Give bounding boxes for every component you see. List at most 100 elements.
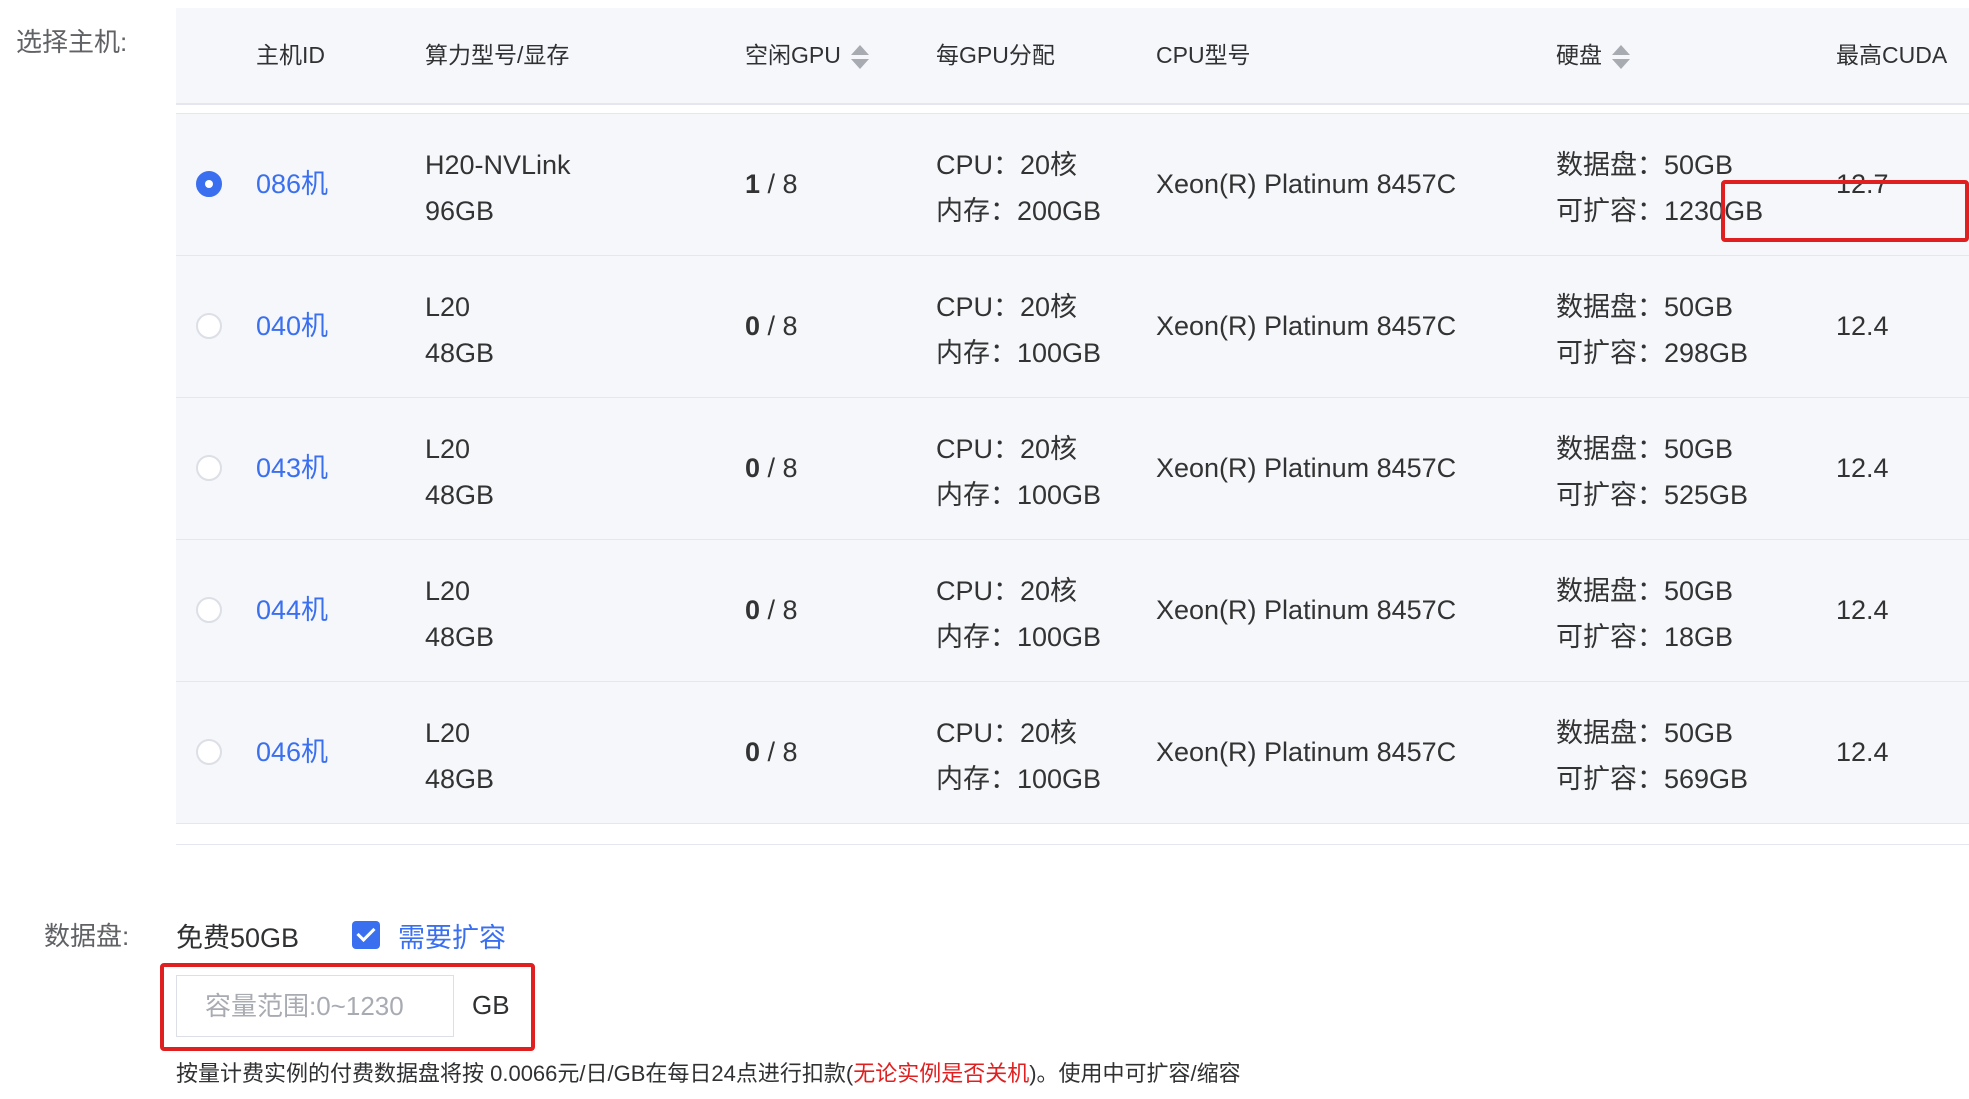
vram: 48GB	[425, 480, 495, 510]
free-gpu-count: 0	[745, 595, 761, 625]
data-disk-size: 数据盘：50GB	[1556, 292, 1734, 322]
per-gpu-allocation-cell: CPU：20核 内存：100GB	[936, 710, 1101, 802]
column-header-cpu-model: CPU型号	[1156, 8, 1251, 103]
free-gpu-cell: 0 / 8	[745, 256, 798, 397]
expandable-size: 可扩容：18GB	[1556, 622, 1734, 652]
cpu-model: Xeon(R) Platinum 8457C	[1156, 595, 1457, 625]
max-cuda: 12.7	[1836, 169, 1889, 199]
column-header-host-id: 主机ID	[256, 8, 325, 103]
memory: 内存：100GB	[936, 764, 1102, 794]
host-radio[interactable]	[196, 597, 222, 623]
data-disk-size: 数据盘：50GB	[1556, 150, 1734, 180]
table-row[interactable]: 043机 L20 48GB 0 / 8 CPU：20核 内存：100GB Xeo…	[176, 398, 1969, 540]
disk-cell: 数据盘：50GB 可扩容：18GB	[1556, 568, 1733, 660]
free-disk-text: 免费50GB	[176, 923, 300, 953]
gpu-model-cell: H20-NVLink 96GB	[425, 142, 571, 234]
vram: 96GB	[425, 196, 495, 226]
column-header-free-gpu[interactable]: 空闲GPU	[745, 8, 869, 103]
gpu-model: H20-NVLink	[425, 150, 571, 180]
total-gpu-count: / 8	[767, 169, 798, 199]
column-header-label: CPU型号	[1156, 42, 1251, 68]
disk-cell: 数据盘：50GB 可扩容：1230GB	[1556, 142, 1763, 234]
vram: 48GB	[425, 622, 495, 652]
column-header-max-cuda: 最高CUDA	[1836, 8, 1947, 103]
host-radio-selected[interactable]	[196, 171, 222, 197]
host-id-link[interactable]: 086机	[256, 114, 328, 255]
gpu-model: L20	[425, 434, 471, 464]
free-gpu-count: 0	[745, 737, 761, 767]
column-header-disk[interactable]: 硬盘	[1556, 8, 1630, 103]
column-header-label: 最高CUDA	[1836, 42, 1948, 68]
host-id-link[interactable]: 046机	[256, 682, 328, 823]
free-gpu-cell: 0 / 8	[745, 682, 798, 823]
column-header-label: 主机ID	[256, 42, 325, 68]
select-host-label: 选择主机:	[16, 27, 128, 57]
cpu-model: Xeon(R) Platinum 8457C	[1156, 453, 1457, 483]
gpu-model-cell: L20 48GB	[425, 284, 494, 376]
host-id-link[interactable]: 044机	[256, 540, 328, 681]
max-cuda: 12.4	[1836, 453, 1889, 483]
column-header-label: 每GPU分配	[936, 42, 1055, 68]
cpu-cores: CPU：20核	[936, 292, 1078, 322]
free-gpu-cell: 0 / 8	[745, 398, 798, 539]
billing-note: 按量计费实例的付费数据盘将按 0.0066元/日/GB在每日24点进行扣款(无论…	[176, 1056, 1241, 1088]
disk-cell: 数据盘：50GB 可扩容：525GB	[1556, 426, 1748, 518]
memory: 内存：200GB	[936, 196, 1102, 226]
sort-icon[interactable]	[850, 43, 869, 71]
data-disk-size: 数据盘：50GB	[1556, 576, 1734, 606]
billing-note-prefix: 按量计费实例的付费数据盘将按 0.0066元/日/GB在每日24点进行扣款(	[176, 1061, 854, 1086]
sort-icon[interactable]	[1612, 43, 1630, 71]
expandable-size: 可扩容：569GB	[1556, 764, 1749, 794]
max-cuda: 12.4	[1836, 311, 1889, 341]
expand-checkbox[interactable]	[352, 921, 380, 949]
max-cuda: 12.4	[1836, 737, 1889, 767]
total-gpu-count: / 8	[767, 737, 798, 767]
expandable-size: 可扩容：298GB	[1556, 338, 1749, 368]
max-cuda: 12.4	[1836, 595, 1889, 625]
cpu-cores: CPU：20核	[936, 150, 1078, 180]
column-header-label: 算力型号/显存	[425, 42, 570, 68]
table-row[interactable]: 040机 L20 48GB 0 / 8 CPU：20核 内存：100GB Xeo…	[176, 256, 1969, 398]
host-table: 主机ID 算力型号/显存 空闲GPU 每GPU分配 CPU型号 硬盘 最高CUD…	[176, 8, 1969, 845]
free-gpu-count: 1	[745, 169, 761, 199]
table-row[interactable]: 046机 L20 48GB 0 / 8 CPU：20核 内存：100GB Xeo…	[176, 682, 1969, 824]
gpu-model-cell: L20 48GB	[425, 426, 494, 518]
expand-checkbox-label[interactable]: 需要扩容	[398, 916, 506, 955]
table-row[interactable]: 086机 H20-NVLink 96GB 1 / 8 CPU：20核 内存：20…	[176, 113, 1969, 256]
vram: 48GB	[425, 338, 495, 368]
gpu-model-cell: L20 48GB	[425, 710, 494, 802]
per-gpu-allocation-cell: CPU：20核 内存：100GB	[936, 284, 1101, 376]
free-gpu-cell: 0 / 8	[745, 540, 798, 681]
total-gpu-count: / 8	[767, 453, 798, 483]
capacity-unit: GB	[472, 990, 510, 1020]
column-header-label: 硬盘	[1556, 42, 1602, 68]
column-header-label: 空闲GPU	[745, 42, 841, 68]
data-disk-size: 数据盘：50GB	[1556, 434, 1734, 464]
capacity-input[interactable]	[176, 975, 454, 1037]
cpu-model: Xeon(R) Platinum 8457C	[1156, 311, 1457, 341]
billing-note-warning: 无论实例是否关机	[853, 1061, 1030, 1086]
host-selection-page: 选择主机: 主机ID 算力型号/显存 空闲GPU 每GPU分配 CPU型号 硬盘…	[0, 0, 1969, 1099]
gpu-model-cell: L20 48GB	[425, 568, 494, 660]
memory: 内存：100GB	[936, 338, 1102, 368]
total-gpu-count: / 8	[767, 311, 798, 341]
host-radio[interactable]	[196, 455, 222, 481]
gpu-model: L20	[425, 292, 471, 322]
per-gpu-allocation-cell: CPU：20核 内存：100GB	[936, 568, 1101, 660]
free-gpu-count: 0	[745, 453, 761, 483]
free-gpu-cell: 1 / 8	[745, 114, 798, 255]
expandable-size: 可扩容：525GB	[1556, 480, 1749, 510]
host-id-link[interactable]: 043机	[256, 398, 328, 539]
table-footer-divider	[176, 824, 1969, 845]
data-disk-size: 数据盘：50GB	[1556, 718, 1734, 748]
host-id-link[interactable]: 040机	[256, 256, 328, 397]
table-header: 主机ID 算力型号/显存 空闲GPU 每GPU分配 CPU型号 硬盘 最高CUD…	[176, 8, 1969, 105]
table-row[interactable]: 044机 L20 48GB 0 / 8 CPU：20核 内存：100GB Xeo…	[176, 540, 1969, 682]
host-radio[interactable]	[196, 313, 222, 339]
memory: 内存：100GB	[936, 480, 1102, 510]
per-gpu-allocation-cell: CPU：20核 内存：100GB	[936, 426, 1101, 518]
gpu-model: L20	[425, 718, 471, 748]
cpu-model: Xeon(R) Platinum 8457C	[1156, 737, 1457, 767]
per-gpu-allocation-cell: CPU：20核 内存：200GB	[936, 142, 1101, 234]
host-radio[interactable]	[196, 739, 222, 765]
